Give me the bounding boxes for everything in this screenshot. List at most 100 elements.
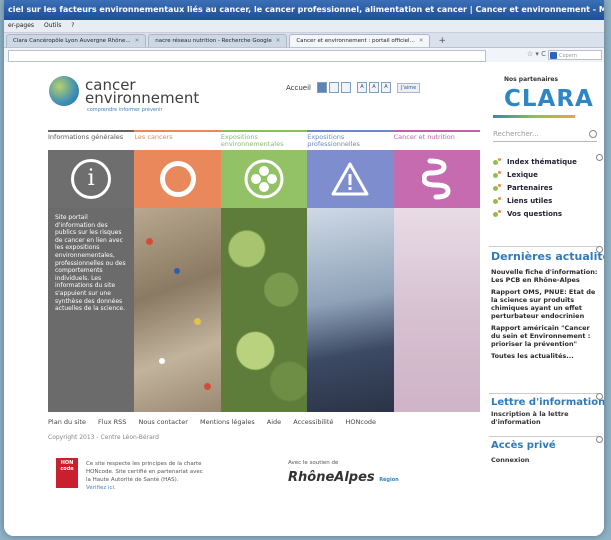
tile-expo-pro[interactable]: [307, 150, 394, 208]
honcode-verify-link[interactable]: Vérifiez ici.: [86, 485, 116, 491]
footer-link-plan[interactable]: Plan du site: [48, 418, 86, 426]
tab-label: Clara Cancéropôle Lyon Auvergne Rhône...: [13, 38, 131, 44]
sidenav-liens[interactable]: Liens utiles: [491, 195, 599, 208]
footer-link-honcode[interactable]: HONcode: [346, 418, 377, 426]
mail-icon[interactable]: [329, 82, 339, 93]
photo-nutrition[interactable]: [393, 208, 481, 412]
tile-expo-env[interactable]: [220, 150, 308, 208]
tab-clara[interactable]: Clara Cancéropôle Lyon Auvergne Rhône...…: [6, 34, 147, 47]
site-search-input[interactable]: Rechercher...: [493, 128, 597, 142]
partners-title: Nos partenaires: [504, 76, 559, 83]
newsletter-title: Lettre d'information: [491, 397, 604, 408]
new-tab-button[interactable]: +: [432, 35, 452, 47]
support-label: Avec le soutien de: [288, 460, 339, 466]
footer-link-aide[interactable]: Aide: [267, 418, 281, 426]
tile-informations[interactable]: i: [48, 150, 135, 208]
sidenav-partenaires[interactable]: Partenaires: [491, 182, 599, 195]
sidenav-label: Lexique: [507, 171, 538, 179]
photo-environment[interactable]: [220, 208, 308, 412]
intro-panel: Site portail d'information des publics s…: [48, 208, 135, 412]
bullet-icon: [498, 210, 501, 213]
rhonealpes-text: RhôneAlpes: [288, 470, 375, 485]
menu-item-outils[interactable]: Outils: [44, 22, 61, 29]
rhonealpes-logo[interactable]: RhôneAlpes Région: [288, 470, 399, 485]
bullet-icon: [498, 158, 501, 161]
photo-worker[interactable]: [307, 208, 394, 412]
font-reset-icon[interactable]: A: [369, 82, 379, 93]
sidenav-index[interactable]: Index thématique: [491, 156, 599, 169]
tab-bar: Clara Cancéropôle Lyon Auvergne Rhône...…: [4, 33, 604, 48]
category-expo-pro[interactable]: Expositions professionnelles: [307, 130, 394, 150]
bullet-icon: [493, 160, 498, 165]
font-increase-icon[interactable]: A: [381, 82, 391, 93]
browser-search-box[interactable]: Copern: [548, 50, 602, 60]
search-placeholder: Rechercher...: [493, 130, 539, 138]
footer-link-accessibilite[interactable]: Accessibilité: [293, 418, 333, 426]
ring-icon: [596, 246, 603, 253]
url-bar[interactable]: [8, 50, 486, 62]
honcode-description: Ce site respecte les principes de la cha…: [86, 461, 203, 483]
category-cancers[interactable]: Les cancers: [134, 130, 221, 150]
sidenav-label: Vos questions: [507, 210, 563, 218]
print-icon[interactable]: [317, 82, 327, 93]
news-item[interactable]: Rapport OMS, PNUE: Etat de la science su…: [491, 288, 601, 320]
flower-icon: [244, 159, 284, 199]
dropdown-icon[interactable]: ▾: [535, 50, 539, 58]
login-link[interactable]: Connexion: [491, 456, 529, 464]
honcode-logo[interactable]: HON code: [56, 458, 78, 488]
category-tiles: i: [48, 150, 481, 208]
intestine-icon: [421, 158, 451, 200]
newsletter-signup-link[interactable]: Inscription à la lettre d'information: [491, 410, 595, 426]
tab-label: Cancer et environnement : portail offici…: [296, 38, 415, 44]
nav-icons: ☆ ▾ C: [527, 50, 546, 58]
reload-icon[interactable]: C: [541, 50, 546, 58]
photo-detail: [204, 383, 212, 390]
close-icon[interactable]: ✕: [276, 38, 281, 44]
window-title: ciel sur les facteurs environnementaux l…: [4, 0, 604, 20]
footer-link-rss[interactable]: Flux RSS: [98, 418, 126, 426]
tab-google[interactable]: nacre réseau nutrition - Recherche Googl…: [148, 34, 288, 47]
photo-people[interactable]: [134, 208, 221, 412]
category-expo-env[interactable]: Expositions environnementales: [220, 130, 308, 150]
facebook-like-button[interactable]: J'aime: [397, 82, 421, 93]
ring-icon: [596, 154, 603, 161]
ring-icon: [159, 161, 196, 197]
honcode-text: Ce site respecte les principes de la cha…: [86, 460, 206, 492]
category-informations[interactable]: Informations générales: [48, 130, 135, 150]
tile-cancers[interactable]: [134, 150, 221, 208]
close-icon[interactable]: ✕: [419, 38, 424, 44]
accessibility-bar: Accueil A A A J'aime: [286, 82, 421, 93]
sidenav-label: Partenaires: [507, 184, 553, 192]
accueil-link[interactable]: Accueil: [286, 84, 311, 92]
sidenav-questions[interactable]: Vos questions: [491, 208, 599, 221]
category-nutrition[interactable]: Cancer et nutrition: [393, 130, 481, 150]
menu-item-pages[interactable]: er-pages: [8, 22, 34, 29]
copyright: Copyright 2013 - Centre Léon-Bérard: [48, 434, 159, 441]
photo-detail: [159, 358, 166, 364]
footer-links: Plan du site Flux RSS Nous contacter Men…: [48, 418, 386, 426]
news-item[interactable]: Rapport américain "Cancer du sein et Env…: [491, 324, 601, 348]
photo-detail: [174, 268, 181, 274]
clara-logo[interactable]: CLARA: [504, 86, 594, 112]
ring-icon: [596, 393, 603, 400]
share-icon[interactable]: [341, 82, 351, 93]
font-decrease-icon[interactable]: A: [357, 82, 367, 93]
tab-cancer-environnement[interactable]: Cancer et environnement : portail offici…: [289, 34, 431, 47]
news-all-link[interactable]: Toutes les actualités...: [491, 352, 601, 360]
news-list: Nouvelle fiche d'information: Les PCB en…: [491, 268, 601, 364]
divider: [489, 246, 601, 247]
info-icon: i: [71, 159, 112, 199]
category-nav: Informations générales Les cancers Expos…: [48, 130, 481, 150]
footer-link-contact[interactable]: Nous contacter: [138, 418, 187, 426]
menu-item-help[interactable]: ?: [71, 22, 74, 29]
sidenav-lexique[interactable]: Lexique: [491, 169, 599, 182]
close-icon[interactable]: ✕: [135, 38, 140, 44]
private-access-title: Accès privé: [491, 440, 556, 451]
search-icon[interactable]: [589, 130, 597, 138]
footer-link-mentions[interactable]: Mentions légales: [200, 418, 255, 426]
bullet-icon: [493, 186, 498, 191]
star-icon[interactable]: ☆: [527, 50, 533, 58]
news-item[interactable]: Nouvelle fiche d'information: Les PCB en…: [491, 268, 601, 284]
tile-nutrition[interactable]: [393, 150, 481, 208]
browser-window-photo: ciel sur les facteurs environnementaux l…: [4, 0, 604, 536]
